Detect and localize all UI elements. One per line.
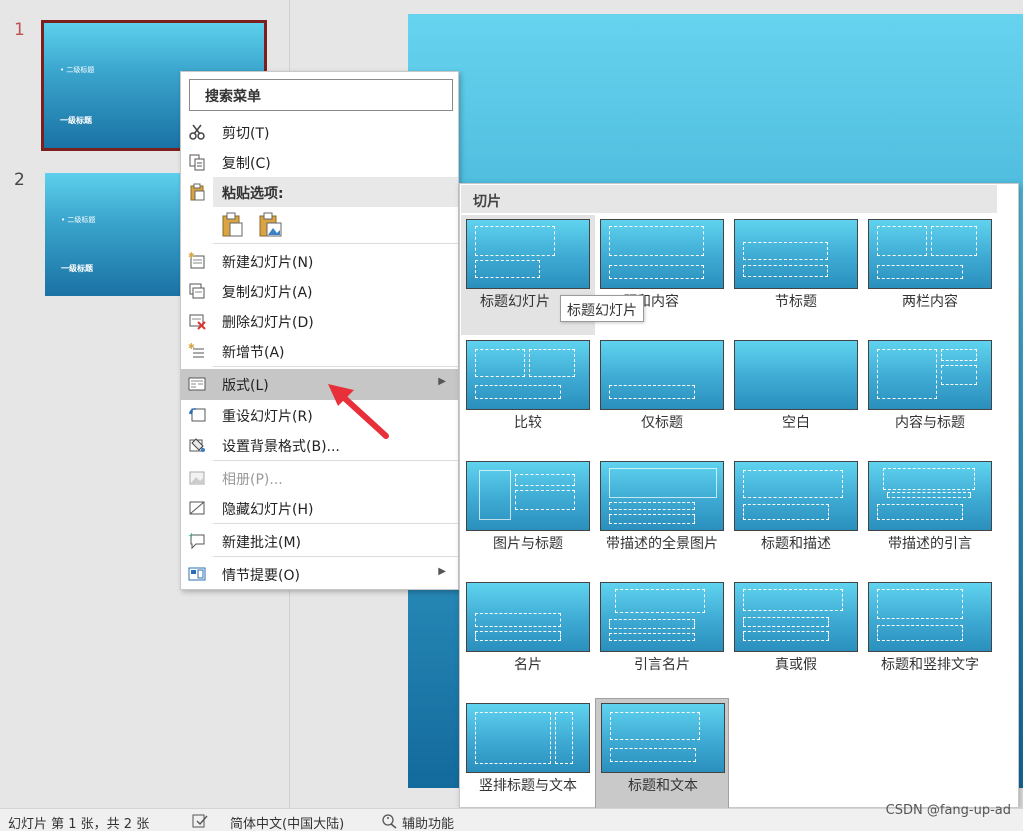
menu-separator <box>213 366 458 367</box>
layout-title-only[interactable]: 仅标题 <box>595 336 729 456</box>
paste-keep-source-icon[interactable] <box>221 212 245 238</box>
slide-info: 幻灯片 第 1 张，共 2 张 <box>8 817 150 831</box>
layout-preview <box>734 582 858 652</box>
layout-preview <box>600 461 724 531</box>
menu-item-storyboard[interactable]: 情节提要(O) ▶ <box>181 559 458 589</box>
layout-gallery: 切片 标题幻灯片 题和内容 节标题 两栏内容 比较 仅标题 空白 内容与标题 图… <box>459 183 1019 818</box>
menu-item-photo-album: 相册(P)... <box>181 463 458 493</box>
menu-item-delete-slide[interactable]: 删除幻灯片(D) <box>181 306 458 336</box>
menu-separator <box>213 556 458 557</box>
storyboard-icon <box>188 567 206 581</box>
svg-text:✱: ✱ <box>188 252 195 260</box>
photo-album-icon <box>189 471 205 485</box>
layout-preview <box>734 461 858 531</box>
layout-tooltip: 标题幻灯片 <box>560 295 644 322</box>
context-menu: 搜索菜单 剪切(T) 复制(C) 粘贴选项: ✱ 新建幻灯片(N) 复制幻灯片(… <box>180 71 459 590</box>
layout-icon <box>188 377 206 391</box>
watermark: CSDN @fang-up-ad <box>885 803 1011 818</box>
layout-preview <box>600 340 724 410</box>
menu-item-duplicate-slide[interactable]: 复制幻灯片(A) <box>181 276 458 306</box>
layout-name-card[interactable]: 名片 <box>461 578 595 698</box>
delete-slide-icon <box>189 314 206 330</box>
layout-preview <box>466 340 590 410</box>
scissors-icon <box>189 124 205 140</box>
layout-two-content[interactable]: 两栏内容 <box>863 215 997 335</box>
layout-title-and-text[interactable]: 标题和文本 <box>595 698 729 818</box>
paste-picture-icon[interactable] <box>258 212 284 238</box>
layout-section-header[interactable]: 节标题 <box>729 215 863 335</box>
menu-separator <box>213 460 458 461</box>
menu-separator <box>213 523 458 524</box>
thumb-title: 一级标题 <box>60 116 92 125</box>
menu-item-new-slide[interactable]: ✱ 新建幻灯片(N) <box>181 246 458 276</box>
new-slide-icon: ✱ <box>188 252 205 269</box>
duplicate-slide-icon <box>189 283 205 299</box>
menu-item-new-comment[interactable]: + 新建批注(M) <box>181 526 458 556</box>
layout-preview <box>868 219 992 289</box>
layout-title-and-caption[interactable]: 标题和描述 <box>729 457 863 577</box>
layout-quote-with-caption[interactable]: 带描述的引言 <box>863 457 997 577</box>
menu-item-add-section[interactable]: ✱ 新增节(A) <box>181 336 458 366</box>
thumb-bullet: • 二级标题 <box>61 216 96 224</box>
annotation-arrow-icon <box>328 384 389 439</box>
notes-check-icon[interactable] <box>192 814 208 828</box>
reset-slide-icon <box>189 408 206 422</box>
layout-preview <box>734 219 858 289</box>
add-section-icon: ✱ <box>188 342 204 358</box>
svg-text:+: + <box>188 532 195 540</box>
layout-preview <box>466 703 590 773</box>
hide-slide-icon <box>189 501 205 515</box>
thumb-bullet: • 二级标题 <box>60 66 95 74</box>
layout-preview <box>601 703 725 773</box>
copy-icon <box>189 154 205 171</box>
layout-panoramic-picture[interactable]: 带描述的全景图片 <box>595 457 729 577</box>
layout-true-or-false[interactable]: 真或假 <box>729 578 863 698</box>
submenu-arrow-icon: ▶ <box>438 566 446 577</box>
layout-preview <box>868 340 992 410</box>
search-menu-input[interactable]: 搜索菜单 <box>189 79 453 111</box>
layout-quote-name-card[interactable]: 引言名片 <box>595 578 729 698</box>
accessibility-status[interactable]: 辅助功能 <box>402 813 454 831</box>
thumb-title: 一级标题 <box>61 264 93 273</box>
layout-title-vertical-text[interactable]: 标题和竖排文字 <box>863 578 997 698</box>
language-indicator[interactable]: 简体中文(中国大陆) <box>230 813 344 831</box>
menu-item-copy[interactable]: 复制(C) <box>181 147 458 177</box>
slide-number-2: 2 <box>14 170 25 190</box>
svg-text:✱: ✱ <box>188 342 195 351</box>
submenu-arrow-icon: ▶ <box>438 376 446 387</box>
layout-picture-with-caption[interactable]: 图片与标题 <box>461 457 595 577</box>
menu-item-cut[interactable]: 剪切(T) <box>181 117 458 147</box>
menu-item-hide-slide[interactable]: 隐藏幻灯片(H) <box>181 493 458 523</box>
paste-options-header: 粘贴选项: <box>213 177 458 207</box>
layout-preview <box>734 340 858 410</box>
layout-vertical-title-and-text[interactable]: 竖排标题与文本 <box>461 699 595 819</box>
slide-number-1: 1 <box>14 20 25 40</box>
accessibility-icon[interactable] <box>381 813 399 829</box>
layout-preview <box>868 461 992 531</box>
clipboard-icon <box>190 183 205 201</box>
menu-separator <box>213 243 458 244</box>
layout-content-with-caption[interactable]: 内容与标题 <box>863 336 997 456</box>
layout-comparison[interactable]: 比较 <box>461 336 595 456</box>
layout-preview <box>466 219 590 289</box>
format-background-icon <box>189 438 205 452</box>
layout-preview <box>600 582 724 652</box>
layout-blank[interactable]: 空白 <box>729 336 863 456</box>
layout-preview <box>466 461 590 531</box>
status-bar: 幻灯片 第 1 张，共 2 张 简体中文(中国大陆) 辅助功能 <box>0 808 1023 831</box>
layout-preview <box>868 582 992 652</box>
gallery-header: 切片 <box>461 185 997 213</box>
layout-preview <box>600 219 724 289</box>
layout-preview <box>466 582 590 652</box>
comment-icon: + <box>188 532 205 550</box>
